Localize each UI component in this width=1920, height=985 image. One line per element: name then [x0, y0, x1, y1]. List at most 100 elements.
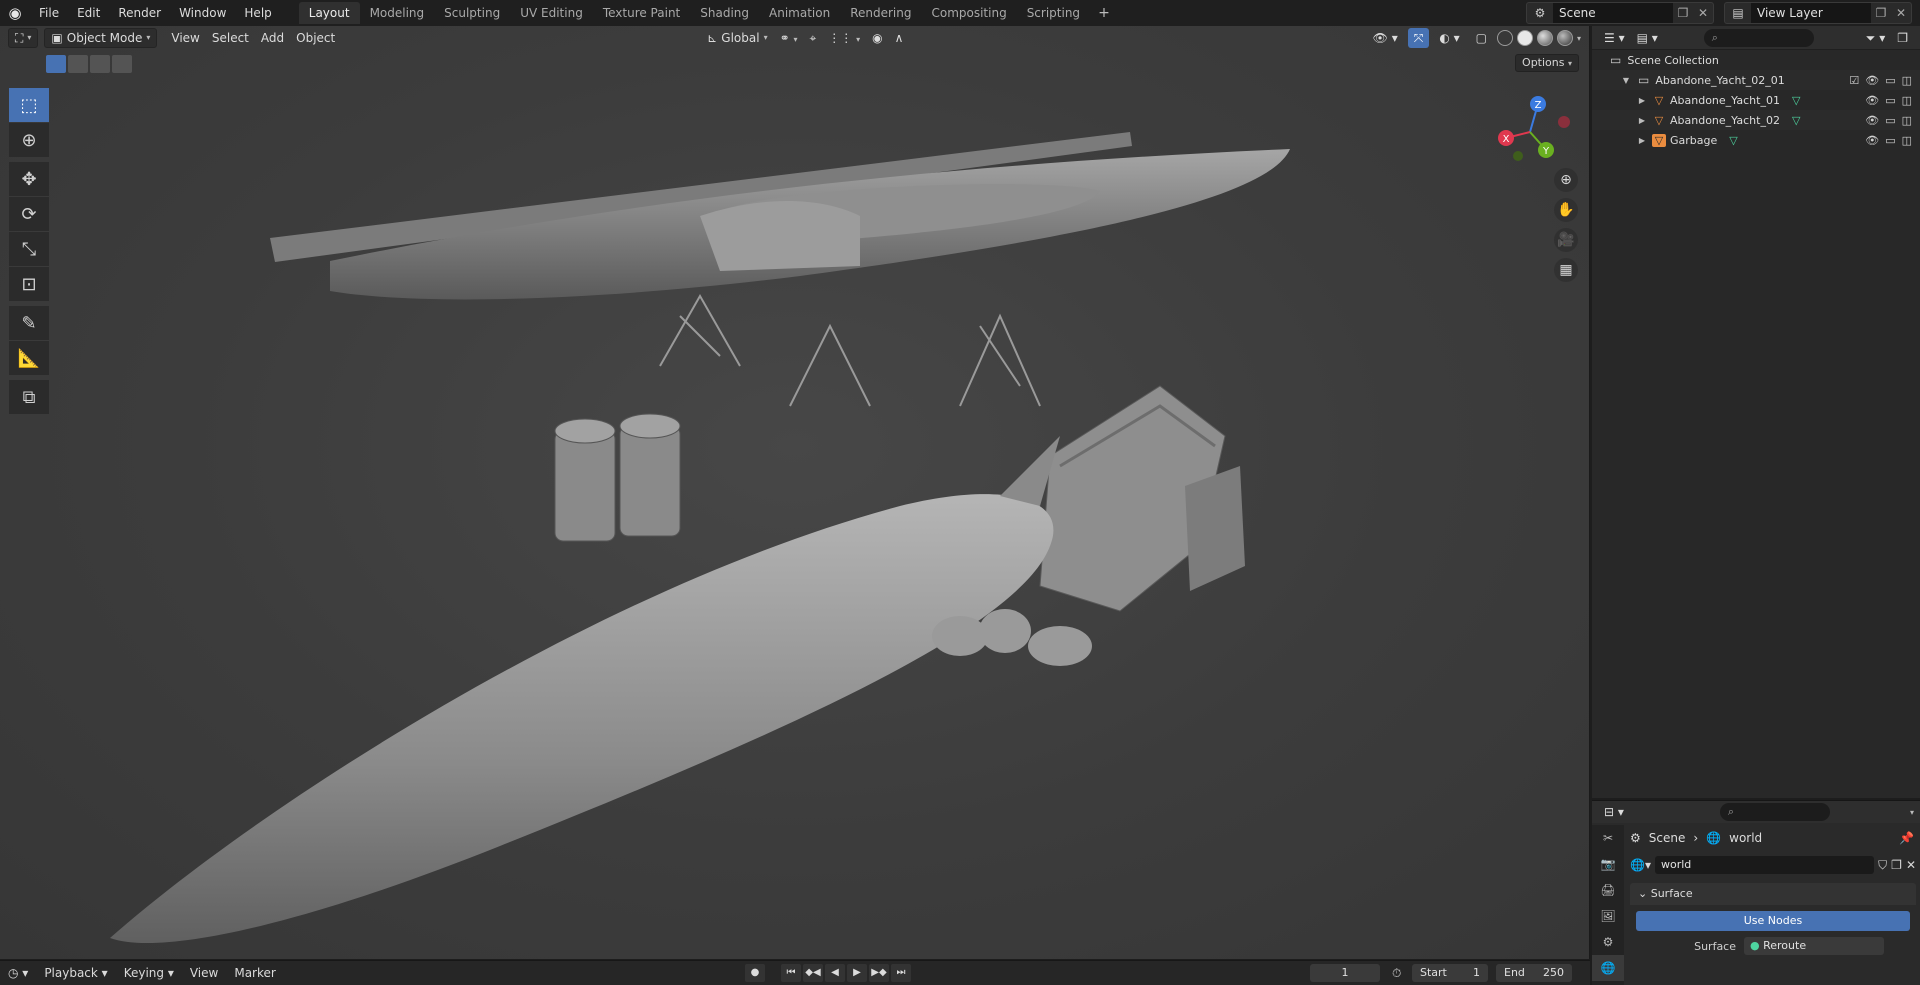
mesh-data-icon[interactable]: ▽ — [1792, 114, 1800, 127]
properties-editor-icon[interactable]: ⊟ ▾ — [1598, 802, 1630, 822]
delete-scene-icon[interactable]: ✕ — [1693, 6, 1713, 20]
end-frame-field[interactable]: End 250 — [1496, 964, 1572, 982]
world-browse-icon[interactable]: 🌐▾ — [1630, 858, 1651, 872]
expand-right-icon[interactable]: ▶ — [1636, 96, 1648, 105]
tab-shading[interactable]: Shading — [690, 2, 759, 24]
delete-view-layer-icon[interactable]: ✕ — [1891, 6, 1911, 20]
tab-uv-editing[interactable]: UV Editing — [510, 2, 593, 24]
scene-collection-row[interactable]: ▭ Scene Collection — [1592, 50, 1920, 70]
chevron-down-icon[interactable]: ▾ — [1910, 808, 1914, 817]
mesh-data-icon[interactable]: ▽ — [1792, 94, 1800, 107]
filter-icon[interactable]: ⏷ ▾ — [1860, 28, 1891, 48]
end-value: 250 — [1543, 966, 1564, 979]
expand-right-icon[interactable]: ▶ — [1636, 116, 1648, 125]
camera-icon[interactable]: ◫ — [1902, 74, 1912, 87]
record-icon[interactable]: ● — [745, 964, 765, 982]
monitor-icon[interactable]: ▭ — [1885, 114, 1895, 127]
list-item[interactable]: ▶ ▽ Garbage ▽ 👁 ▭ ◫ — [1592, 130, 1920, 150]
monitor-icon[interactable]: ▭ — [1885, 74, 1895, 87]
scene-tab-icon[interactable]: ⚙ — [1592, 929, 1624, 955]
ortho-grid-icon[interactable]: ▦ — [1554, 258, 1578, 282]
output-tab-icon[interactable]: 🖨 — [1592, 877, 1624, 903]
eye-icon[interactable]: 👁 — [1865, 74, 1879, 87]
list-item[interactable]: ▶ ▽ Abandone_Yacht_01 ▽ 👁 ▭ ◫ — [1592, 90, 1920, 110]
properties-search-input[interactable]: ⌕ — [1719, 803, 1830, 821]
tab-texture-paint[interactable]: Texture Paint — [593, 2, 690, 24]
surface-panel-header[interactable]: ⌄ Surface — [1630, 883, 1916, 905]
render-tab-icon[interactable]: 📷 — [1592, 851, 1624, 877]
unlink-icon[interactable]: ✕ — [1906, 858, 1916, 872]
list-item[interactable]: ▼ ▭ Abandone_Yacht_02_01 ☑ 👁 ▭ ◫ — [1592, 70, 1920, 90]
next-keyframe-icon[interactable]: ▶◆ — [869, 964, 889, 982]
gizmo-neg-y-axis[interactable] — [1513, 151, 1523, 161]
display-mode-icon[interactable]: ▤ ▾ — [1631, 28, 1664, 48]
new-scene-icon[interactable]: ❐ — [1673, 6, 1693, 20]
menu-window[interactable]: Window — [170, 0, 235, 26]
jump-start-icon[interactable]: ⏮ — [781, 964, 801, 982]
zoom-icon[interactable]: ⊕ — [1554, 168, 1578, 192]
add-workspace-button[interactable]: + — [1090, 5, 1118, 21]
play-reverse-icon[interactable]: ◀ — [825, 964, 845, 982]
blender-logo-icon[interactable]: ◉ — [0, 0, 30, 26]
surface-value-field[interactable]: ● Reroute — [1744, 937, 1884, 955]
view-layer-tab-icon[interactable]: 🖼 — [1592, 903, 1624, 929]
expand-down-icon[interactable]: ▼ — [1620, 76, 1632, 85]
start-frame-field[interactable]: Start 1 — [1412, 964, 1488, 982]
menu-marker[interactable]: Marker — [226, 966, 283, 980]
world-icon: 🌐 — [1706, 831, 1722, 845]
duplicate-icon[interactable]: ❐ — [1891, 858, 1902, 872]
navigation-gizmo[interactable]: Z X Y — [1490, 92, 1570, 172]
tab-rendering[interactable]: Rendering — [840, 2, 921, 24]
scene-selector[interactable]: ⚙ Scene ❐ ✕ — [1526, 2, 1714, 24]
view-layer-field[interactable]: View Layer — [1751, 3, 1871, 23]
node-socket-icon: ● — [1750, 939, 1760, 952]
menu-timeline-view[interactable]: View — [182, 966, 226, 980]
3d-viewport[interactable]: ⛶ ▾ ▣ Object Mode ▾ View Select Add Objec… — [0, 26, 1590, 959]
new-collection-icon[interactable]: ❐ — [1891, 28, 1914, 48]
outliner-search-input[interactable]: ⌕ — [1703, 28, 1814, 47]
menu-playback[interactable]: Playback ▾ — [36, 966, 115, 980]
camera-icon[interactable]: ◫ — [1902, 114, 1912, 127]
prev-keyframe-icon[interactable]: ◆◀ — [803, 964, 823, 982]
menu-render[interactable]: Render — [109, 0, 170, 26]
tab-modeling[interactable]: Modeling — [360, 2, 435, 24]
pin-icon[interactable]: 📌 — [1899, 831, 1914, 845]
tool-tab-icon[interactable]: ✂ — [1592, 825, 1624, 851]
monitor-icon[interactable]: ▭ — [1885, 134, 1895, 147]
camera-icon[interactable]: ◫ — [1902, 134, 1912, 147]
camera-icon[interactable]: ◫ — [1902, 94, 1912, 107]
outliner-editor-icon[interactable]: ☰ ▾ — [1598, 28, 1631, 48]
use-nodes-button[interactable]: Use Nodes — [1636, 911, 1910, 931]
tab-scripting[interactable]: Scripting — [1017, 2, 1090, 24]
camera-view-icon[interactable]: 🎥 — [1554, 228, 1578, 252]
tab-sculpting[interactable]: Sculpting — [434, 2, 510, 24]
clock-icon[interactable]: ⏱ — [1392, 966, 1401, 981]
timeline-editor-icon[interactable]: ◷ ▾ — [0, 966, 36, 980]
fake-user-icon[interactable]: ⛉ — [1878, 858, 1887, 873]
world-name-field[interactable]: world — [1654, 856, 1875, 874]
tab-compositing[interactable]: Compositing — [921, 2, 1016, 24]
eye-icon[interactable]: 👁 — [1865, 114, 1879, 127]
monitor-icon[interactable]: ▭ — [1885, 94, 1895, 107]
menu-keying[interactable]: Keying ▾ — [116, 966, 182, 980]
expand-right-icon[interactable]: ▶ — [1636, 136, 1648, 145]
tab-animation[interactable]: Animation — [759, 2, 840, 24]
mesh-data-icon[interactable]: ▽ — [1729, 134, 1737, 147]
play-icon[interactable]: ▶ — [847, 964, 867, 982]
list-item[interactable]: ▶ ▽ Abandone_Yacht_02 ▽ 👁 ▭ ◫ — [1592, 110, 1920, 130]
view-layer-selector[interactable]: ▤ View Layer ❐ ✕ — [1724, 2, 1912, 24]
new-view-layer-icon[interactable]: ❐ — [1871, 6, 1891, 20]
checkbox-icon[interactable]: ☑ — [1849, 74, 1859, 87]
pan-hand-icon[interactable]: ✋ — [1554, 198, 1578, 222]
world-tab-icon[interactable]: 🌐 — [1592, 955, 1624, 981]
menu-edit[interactable]: Edit — [68, 0, 109, 26]
menu-help[interactable]: Help — [235, 0, 280, 26]
menu-file[interactable]: File — [30, 0, 68, 26]
jump-end-icon[interactable]: ⏭ — [891, 964, 911, 982]
tab-layout[interactable]: Layout — [298, 2, 360, 24]
current-frame-field[interactable]: 1 — [1310, 964, 1380, 982]
scene-name-field[interactable]: Scene — [1553, 3, 1673, 23]
gizmo-neg-x-axis[interactable] — [1558, 116, 1570, 128]
eye-icon[interactable]: 👁 — [1865, 134, 1879, 147]
eye-icon[interactable]: 👁 — [1865, 94, 1879, 107]
